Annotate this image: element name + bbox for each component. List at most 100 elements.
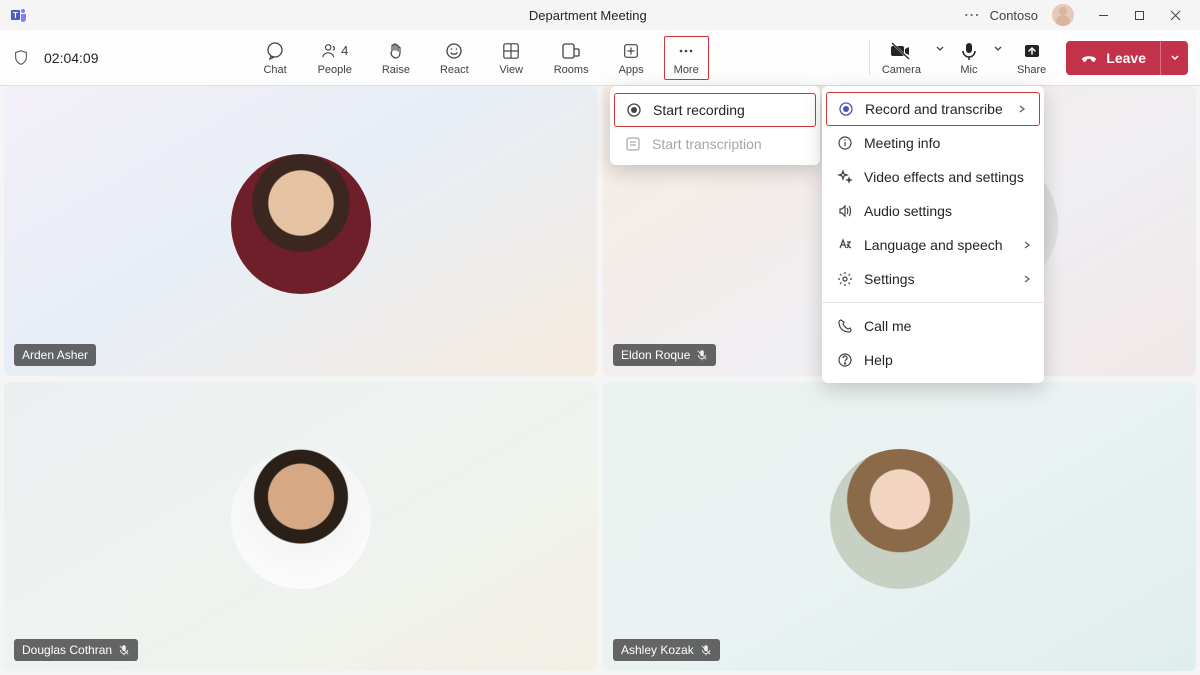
help-label: Help <box>864 352 893 368</box>
participant-tile[interactable]: Ashley Kozak <box>603 382 1196 672</box>
camera-off-icon <box>890 40 912 62</box>
share-icon <box>1022 40 1042 62</box>
participant-name: Ashley Kozak <box>621 643 694 657</box>
help-icon <box>836 352 854 368</box>
mic-button[interactable]: Mic <box>953 36 985 80</box>
meeting-timer: 02:04:09 <box>44 50 99 66</box>
chat-icon <box>265 40 285 62</box>
meeting-title: Department Meeting <box>36 8 960 23</box>
start-transcription-label: Start transcription <box>652 136 762 152</box>
rooms-icon <box>561 40 581 62</box>
close-button[interactable] <box>1160 0 1190 30</box>
share-button[interactable]: Share <box>1011 36 1052 80</box>
language-speech-item[interactable]: Language and speech <box>822 228 1044 262</box>
people-icon <box>321 42 339 60</box>
phone-hangup-icon <box>1080 49 1098 67</box>
camera-button[interactable]: Camera <box>876 36 927 80</box>
more-label: More <box>674 64 699 76</box>
chevron-right-icon <box>1022 240 1032 250</box>
mic-chevron[interactable] <box>991 44 1005 54</box>
raise-label: Raise <box>382 64 410 76</box>
chat-button[interactable]: Chat <box>253 36 298 80</box>
info-icon <box>836 135 854 151</box>
help-item[interactable]: Help <box>822 343 1044 377</box>
start-recording-item[interactable]: Start recording <box>614 93 816 127</box>
shield-icon[interactable] <box>12 49 30 67</box>
participant-name: Eldon Roque <box>621 348 690 362</box>
chevron-right-icon <box>1022 274 1032 284</box>
teams-app-icon: T <box>10 6 28 24</box>
participant-nameplate: Douglas Cothran <box>14 639 138 661</box>
people-button[interactable]: 4 People <box>308 36 362 80</box>
mic-muted-icon <box>700 644 712 656</box>
call-me-item[interactable]: Call me <box>822 309 1044 343</box>
language-icon <box>836 237 854 253</box>
participant-tile[interactable]: Arden Asher <box>4 86 597 376</box>
mic-icon <box>959 40 979 62</box>
transcription-icon <box>624 136 642 152</box>
titlebar-more-button[interactable]: ⋯ <box>960 5 984 25</box>
leave-button[interactable]: Leave <box>1066 41 1188 75</box>
settings-label: Settings <box>864 271 915 287</box>
people-label: People <box>318 64 352 76</box>
participant-nameplate: Eldon Roque <box>613 344 716 366</box>
more-button[interactable]: More <box>664 36 709 80</box>
view-label: View <box>499 64 523 76</box>
react-button[interactable]: React <box>430 36 479 80</box>
speaker-icon <box>836 203 854 219</box>
react-label: React <box>440 64 469 76</box>
maximize-button[interactable] <box>1124 0 1154 30</box>
audio-settings-item[interactable]: Audio settings <box>822 194 1044 228</box>
chat-label: Chat <box>263 64 286 76</box>
participant-tile[interactable]: Douglas Cothran <box>4 382 597 672</box>
camera-label: Camera <box>882 64 921 76</box>
gear-icon <box>836 271 854 287</box>
settings-item[interactable]: Settings <box>822 262 1044 296</box>
ellipsis-icon <box>676 40 696 62</box>
record-transcribe-label: Record and transcribe <box>865 101 1003 117</box>
titlebar: T Department Meeting ⋯ Contoso <box>0 0 1200 30</box>
leave-chevron[interactable] <box>1160 41 1188 75</box>
hand-icon <box>386 40 406 62</box>
participant-nameplate: Ashley Kozak <box>613 639 720 661</box>
record-submenu: Start recording Start transcription <box>610 86 820 165</box>
mic-muted-icon <box>118 644 130 656</box>
rooms-label: Rooms <box>554 64 589 76</box>
video-effects-label: Video effects and settings <box>864 169 1024 185</box>
menu-divider <box>822 302 1044 303</box>
toolbar-separator <box>869 41 870 75</box>
people-count: 4 <box>341 43 348 58</box>
leave-label: Leave <box>1106 50 1146 66</box>
audio-settings-label: Audio settings <box>864 203 952 219</box>
call-me-label: Call me <box>864 318 911 334</box>
phone-icon <box>836 318 854 334</box>
participant-avatar <box>231 154 371 294</box>
rooms-button[interactable]: Rooms <box>544 36 599 80</box>
sparkle-icon <box>836 169 854 185</box>
mic-label: Mic <box>960 64 977 76</box>
meeting-info-item[interactable]: Meeting info <box>822 126 1044 160</box>
apps-label: Apps <box>619 64 644 76</box>
user-avatar[interactable] <box>1052 4 1074 26</box>
record-icon <box>837 101 855 117</box>
apps-button[interactable]: Apps <box>609 36 654 80</box>
meeting-info-label: Meeting info <box>864 135 940 151</box>
more-menu: Record and transcribe Meeting info Video… <box>822 86 1044 383</box>
participant-nameplate: Arden Asher <box>14 344 96 366</box>
mic-muted-icon <box>696 349 708 361</box>
participant-avatar <box>231 449 371 589</box>
record-transcribe-item[interactable]: Record and transcribe <box>826 92 1040 126</box>
camera-chevron[interactable] <box>933 44 947 54</box>
participant-avatar <box>830 449 970 589</box>
tenant-name: Contoso <box>990 8 1038 23</box>
video-effects-item[interactable]: Video effects and settings <box>822 160 1044 194</box>
view-button[interactable]: View <box>489 36 534 80</box>
minimize-button[interactable] <box>1088 0 1118 30</box>
start-transcription-item[interactable]: Start transcription <box>610 127 820 161</box>
participant-name: Douglas Cothran <box>22 643 112 657</box>
svg-text:T: T <box>13 11 18 20</box>
participant-name: Arden Asher <box>22 348 88 362</box>
raise-hand-button[interactable]: Raise <box>372 36 420 80</box>
start-recording-label: Start recording <box>653 102 745 118</box>
apps-icon <box>622 40 640 62</box>
